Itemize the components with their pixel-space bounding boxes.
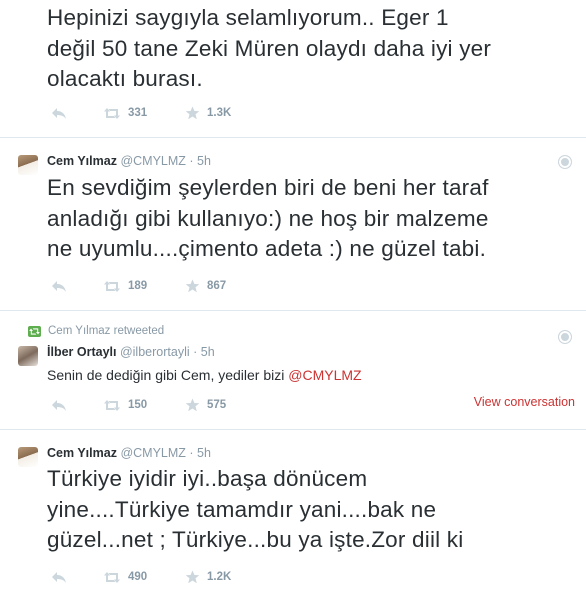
tweet-text-line: olacaktı burası.	[47, 66, 203, 91]
separator-dot: ·	[193, 345, 198, 359]
tweet-text-line: Hepinizi saygıyla selamlıyorum.. Eger 1	[47, 5, 449, 30]
star-icon	[185, 570, 200, 584]
tweet-text-line: güzel...net ; Türkiye...bu ya işte.Zor d…	[47, 527, 464, 552]
retweet-count: 490	[128, 571, 148, 583]
retweet-button[interactable]: 189	[103, 277, 147, 295]
tweet[interactable]: Hepinizi saygıyla selamlıyorum.. Eger 1 …	[0, 0, 586, 138]
view-conversation-link[interactable]: View conversation	[474, 395, 575, 409]
favorite-count: 1.3K	[207, 107, 232, 119]
reply-icon	[52, 107, 66, 119]
tweet-text-body: Senin de dediğin gibi Cem, yediler bizi	[47, 367, 289, 383]
user-fullname[interactable]: Cem Yılmaz	[47, 154, 117, 168]
retweet-icon	[104, 107, 120, 119]
tweet-text: En sevdiğim şeylerden biri de beni her t…	[47, 173, 577, 265]
tweet-actions: 331 1.3K	[47, 104, 577, 122]
retweet-count: 189	[128, 280, 148, 292]
retweet-context: Cem Yılmaz retweeted	[28, 325, 164, 337]
avatar[interactable]	[18, 346, 38, 366]
retweeted-by-label[interactable]: Cem Yılmaz retweeted	[48, 325, 164, 337]
reply-icon	[52, 399, 66, 411]
user-screen-name[interactable]: @ilberortayli	[120, 345, 190, 359]
user-fullname[interactable]: Cem Yılmaz	[47, 446, 117, 460]
tweet[interactable]: Cem Yılmaz @CMYLMZ · 5h Türkiye iyidir i…	[0, 430, 586, 590]
retweet-button[interactable]: 490	[103, 568, 147, 586]
tweet-text: Türkiye iyidir iyi..başa dönücem yine...…	[47, 464, 577, 556]
retweet-icon	[104, 571, 120, 583]
separator-dot: ·	[189, 154, 194, 168]
favorite-button[interactable]: 1.3K	[185, 104, 231, 122]
favorite-button[interactable]: 1.2K	[185, 568, 231, 586]
timestamp[interactable]: 5h	[197, 446, 211, 460]
tweet-text-line: değil 50 tane Zeki Müren olaydı daha iyi…	[47, 35, 492, 61]
retweet-button[interactable]: 331	[103, 104, 147, 122]
avatar[interactable]	[18, 447, 38, 467]
retweet-count: 150	[128, 399, 148, 411]
tweet-header: Cem Yılmaz @CMYLMZ · 5h	[47, 153, 211, 169]
retweet-count: 331	[128, 107, 148, 119]
favorite-button[interactable]: 575	[185, 396, 226, 414]
tweet-actions: 189 867	[47, 277, 577, 295]
favorite-count: 867	[207, 280, 227, 292]
tweet-text: Hepinizi saygıyla selamlıyorum.. Eger 1 …	[47, 3, 577, 95]
tweet[interactable]: Cem Yılmaz @CMYLMZ · 5h En sevdiğim şeyl…	[0, 138, 586, 311]
star-icon	[185, 279, 200, 293]
timestamp[interactable]: 5h	[197, 154, 211, 168]
user-fullname[interactable]: İlber Ortaylı	[47, 345, 116, 359]
reply-button[interactable]	[51, 396, 67, 414]
tweet-text-line: En sevdiğim şeylerden biri de beni her t…	[47, 175, 489, 200]
retweet-icon	[104, 280, 120, 292]
reply-icon	[52, 280, 66, 292]
separator-dot: ·	[189, 446, 194, 460]
reply-button[interactable]	[51, 277, 67, 295]
timeline: Hepinizi saygıyla selamlıyorum.. Eger 1 …	[0, 0, 586, 590]
reply-button[interactable]	[51, 568, 67, 586]
reply-icon	[52, 571, 66, 583]
timestamp[interactable]: 5h	[201, 345, 215, 359]
tweet-actions: 490 1.2K	[47, 568, 577, 586]
globe-icon	[558, 330, 572, 344]
favorite-button[interactable]: 867	[185, 277, 226, 295]
tweet-text-line: Türkiye iyidir iyi..başa dönücem	[47, 466, 368, 491]
favorite-count: 1.2K	[207, 571, 232, 583]
globe-icon	[558, 155, 572, 169]
tweet[interactable]: Cem Yılmaz retweeted İlber Ortaylı @ilbe…	[0, 311, 586, 430]
reply-button[interactable]	[51, 104, 67, 122]
tweet-header: Cem Yılmaz @CMYLMZ · 5h	[47, 445, 211, 461]
retweet-button[interactable]: 150	[103, 396, 147, 414]
favorite-count: 575	[207, 399, 227, 411]
tweet-header: İlber Ortaylı @ilberortayli · 5h	[47, 344, 215, 360]
star-icon	[185, 106, 200, 120]
user-screen-name[interactable]: @CMYLMZ	[120, 446, 185, 460]
tweet-text-line: anladığı gibi kullanıyo:) ne hoş bir mal…	[47, 205, 489, 231]
retweet-icon	[28, 325, 41, 337]
avatar[interactable]	[18, 155, 38, 175]
tweet-text-line: ne uyumlu....çimento adeta :) ne güzel t…	[47, 236, 487, 261]
retweet-icon	[104, 399, 120, 411]
tweet-text: Senin de dediğin gibi Cem, yediler bizi …	[47, 366, 362, 384]
star-icon	[185, 398, 200, 412]
tweet-text-line: yine....Türkiye tamamdır yani....bak ne	[47, 496, 437, 522]
mention-link[interactable]: @CMYLMZ	[288, 367, 361, 383]
user-screen-name[interactable]: @CMYLMZ	[120, 154, 185, 168]
